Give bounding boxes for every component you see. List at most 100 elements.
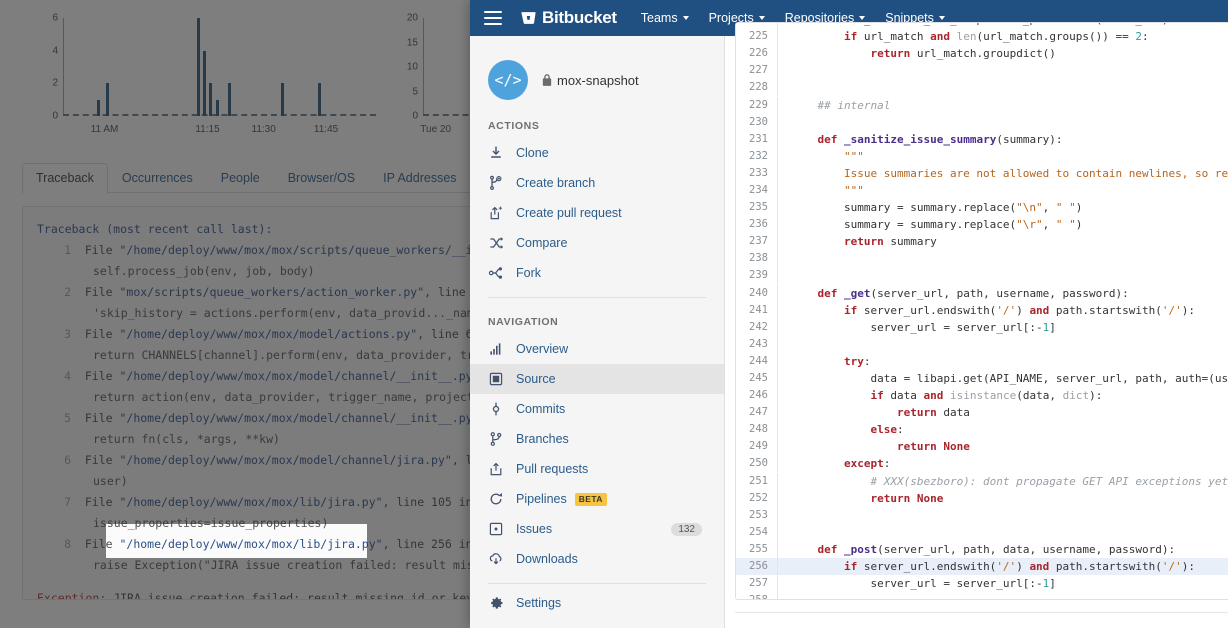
code-line[interactable]: 240 def _get(server_url, path, username,… bbox=[736, 284, 1228, 302]
frame-file-path: "/home/deploy/www/mox/mox/model/channel/… bbox=[119, 369, 480, 383]
highlighted-path-selection: 024611 AM11:1511:3011:45 05101520Tue 201… bbox=[106, 524, 367, 558]
tab-people[interactable]: People bbox=[207, 163, 274, 193]
repo-header: </> mox-snapshot bbox=[470, 50, 724, 106]
code-line[interactable]: 245 data = libapi.get(API_NAME, server_u… bbox=[736, 370, 1228, 388]
line-content: return None bbox=[870, 491, 944, 505]
code-line[interactable]: 228 bbox=[736, 79, 1228, 97]
sidebar-item-fork[interactable]: Fork bbox=[470, 258, 724, 288]
code-line[interactable]: 248 else: bbox=[736, 421, 1228, 439]
code-line[interactable]: 226 return url_match.groupdict() bbox=[736, 45, 1228, 63]
sidebar-item-create-branch[interactable]: Create branch bbox=[470, 168, 724, 198]
code-line[interactable]: 233 Issue summaries are not allowed to c… bbox=[736, 164, 1228, 182]
line-content: # XXX(sbezboro): dont propagate GET API … bbox=[791, 474, 1228, 488]
code-line[interactable]: 256 if server_url.endswith('/') and path… bbox=[736, 558, 1228, 576]
sidebar-item-clone[interactable]: Clone bbox=[470, 138, 724, 168]
actions-section-title: ACTIONS bbox=[488, 120, 540, 132]
chart-bar bbox=[96, 99, 100, 116]
top-nav-teams[interactable]: Teams bbox=[641, 11, 689, 25]
code-line[interactable]: 231 def _sanitize_issue_summary(summary)… bbox=[736, 130, 1228, 148]
sidebar-item-downloads[interactable]: Downloads bbox=[470, 544, 724, 574]
x-axis-tick: 11 AM bbox=[90, 124, 119, 135]
chart-bar bbox=[227, 83, 231, 116]
code-line[interactable]: 244 try: bbox=[736, 352, 1228, 370]
code-line[interactable]: 254 bbox=[736, 523, 1228, 541]
compare-icon bbox=[488, 234, 510, 252]
sidebar-item-branches[interactable]: Branches bbox=[470, 424, 724, 454]
code-line[interactable]: 246 if data and isinstance(data, dict): bbox=[736, 387, 1228, 405]
line-content: summary = summary.replace("\r", " ") bbox=[791, 218, 1083, 232]
sidebar-item-settings[interactable]: Settings bbox=[470, 588, 724, 618]
line-content: try: bbox=[843, 354, 871, 368]
line-number: 228 bbox=[736, 79, 778, 97]
sidebar-item-overview[interactable]: Overview bbox=[470, 334, 724, 364]
code-line[interactable]: 253 bbox=[736, 506, 1228, 524]
lock-icon bbox=[542, 74, 552, 86]
chevron-down-icon bbox=[859, 16, 866, 20]
line-number: 235 bbox=[736, 199, 778, 217]
code-line[interactable]: 258 bbox=[736, 592, 1228, 599]
navigation-section-title: NAVIGATION bbox=[488, 316, 559, 328]
code-line[interactable]: 232 """ bbox=[736, 147, 1228, 165]
line-content: data = libapi.get(API_NAME, server_url, … bbox=[791, 372, 1228, 386]
code-line-list: 224 url_match = _url_components_pat.sear… bbox=[736, 23, 1228, 599]
events-bar-chart-short: 0 2 4 6 11 AM 11:15 11:30 11:45 bbox=[30, 8, 380, 148]
sidebar-item-label: Clone bbox=[516, 146, 549, 160]
traceback-frame-list: 1 File "/home/deploy/www/mox/mox/scripts… bbox=[106, 524, 367, 558]
code-line[interactable]: 252 return None bbox=[736, 489, 1228, 507]
frame-number: 5 bbox=[64, 411, 71, 425]
sidebar-item-pipelines[interactable]: Pipelines BETA bbox=[470, 484, 724, 514]
tab-browser-os[interactable]: Browser/OS bbox=[274, 163, 369, 193]
code-line[interactable]: 238 bbox=[736, 250, 1228, 268]
code-line[interactable]: 243 bbox=[736, 335, 1228, 353]
code-line[interactable]: 242 server_url = server_url[:-1] bbox=[736, 318, 1228, 336]
sidebar-item-issues[interactable]: Issues 132 bbox=[470, 514, 724, 544]
hamburger-icon[interactable] bbox=[484, 11, 502, 25]
bitbucket-logo[interactable]: Bitbucket bbox=[520, 8, 617, 28]
code-line[interactable]: 237 return summary bbox=[736, 233, 1228, 251]
frame-file-path: "/home/deploy/www/mox/mox/model/actions.… bbox=[119, 327, 418, 341]
code-line[interactable]: 225 if url_match and len(url_match.group… bbox=[736, 28, 1228, 46]
frame-number: 2 bbox=[64, 285, 71, 299]
commit-icon bbox=[488, 400, 510, 418]
code-line[interactable]: 250 except: bbox=[736, 455, 1228, 473]
code-line[interactable]: 241 if server_url.endswith('/') and path… bbox=[736, 301, 1228, 319]
code-line[interactable]: 251 # XXX(sbezboro): dont propagate GET … bbox=[736, 472, 1228, 490]
code-line[interactable]: 227 bbox=[736, 62, 1228, 80]
line-content: """ bbox=[791, 149, 864, 163]
code-line[interactable]: 235 summary = summary.replace("\n", " ") bbox=[736, 199, 1228, 217]
code-line[interactable]: 249 return None bbox=[736, 438, 1228, 456]
code-line[interactable]: 230 bbox=[736, 113, 1228, 131]
tab-ip-addresses[interactable]: IP Addresses bbox=[369, 163, 470, 193]
line-number: 236 bbox=[736, 216, 778, 234]
issues-count-badge: 132 bbox=[671, 522, 702, 536]
source-file-icon bbox=[488, 370, 510, 388]
line-content: return summary bbox=[843, 235, 937, 249]
chevron-down-icon bbox=[682, 16, 689, 20]
code-line[interactable]: 257 server_url = server_url[:-1] bbox=[736, 575, 1228, 593]
code-line[interactable]: 234 """ bbox=[736, 181, 1228, 199]
line-content: summary = summary.replace("\n", " ") bbox=[791, 201, 1083, 215]
y-axis-tick: 6 bbox=[52, 12, 58, 24]
line-content: if server_url.endswith('/') and path.sta… bbox=[843, 560, 1196, 574]
code-panel-footer bbox=[735, 612, 1228, 628]
code-line[interactable]: 247 return data bbox=[736, 404, 1228, 422]
tab-occurrences[interactable]: Occurrences bbox=[108, 163, 207, 193]
tab-traceback[interactable]: Traceback bbox=[22, 163, 108, 194]
line-content: server_url = server_url[:-1] bbox=[791, 320, 1056, 334]
sidebar-item-create-pull-request[interactable]: Create pull request bbox=[470, 198, 724, 228]
frame-file-path: "/home/deploy/www/mox/mox/model/channel/… bbox=[119, 453, 452, 467]
line-content: Issue summaries are not allowed to conta… bbox=[843, 166, 1228, 180]
branch-plus-icon bbox=[488, 174, 510, 192]
sidebar-item-commits[interactable]: Commits bbox=[470, 394, 724, 424]
source-code-viewer[interactable]: 224 url_match = _url_components_pat.sear… bbox=[735, 22, 1228, 600]
sidebar-item-compare[interactable]: Compare bbox=[470, 228, 724, 258]
sidebar-item-pull-requests[interactable]: Pull requests bbox=[470, 454, 724, 484]
code-line[interactable]: 255 def _post(server_url, path, data, us… bbox=[736, 540, 1228, 558]
code-line[interactable]: 236 summary = summary.replace("\r", " ") bbox=[736, 216, 1228, 234]
code-line[interactable]: 229 ## internal bbox=[736, 96, 1228, 114]
sidebar-item-source[interactable]: Source bbox=[470, 364, 724, 394]
code-line[interactable]: 239 bbox=[736, 267, 1228, 285]
line-number: 230 bbox=[736, 113, 778, 131]
exception-message: JIRA issue creation failed: result missi… bbox=[113, 591, 474, 600]
chart-plot-area: 0 2 4 6 11 AM 11:15 11:30 11:45 bbox=[52, 13, 376, 136]
